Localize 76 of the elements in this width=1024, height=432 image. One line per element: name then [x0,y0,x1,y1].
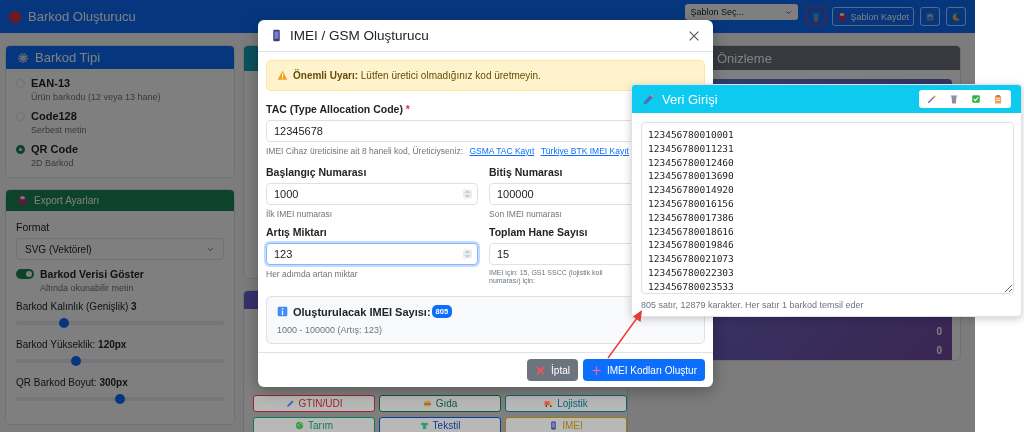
radio-button[interactable] [16,145,25,154]
text-area[interactable]: 123456780010001 123456780011231 123456780012460 123456780013690 123456780014920 123456780016156 123456780017386 123456780018616 123456780019846 123456780021073 123456780022303 123456780023533 [641,122,1014,294]
template-button[interactable]: Lojistik [505,395,627,412]
plus-icon [590,364,602,376]
card-title: Export Ayarları [34,195,100,206]
info-icon [277,306,288,317]
number-field[interactable]: 123 [266,243,478,265]
slider-label: Barkod Kalınlık (Genişlik) 3 [16,301,138,312]
magic-wand-icon [927,94,937,104]
checkmark-box-icon [971,94,981,104]
format-select[interactable]: SVG (Vektörel) [16,238,224,260]
modal-title: IMEI / GSM Oluşturucu [290,28,430,43]
delete-button[interactable] [806,7,827,26]
link[interactable]: Türkiye BTK IMEI Kayıt [540,146,629,156]
field-label: Artış Miktarı [266,226,327,238]
pencil-icon [285,399,295,408]
option-label: EAN-13 [31,77,72,89]
pencil-icon [642,92,655,106]
gear-icon [17,51,29,64]
toggle-description: Altında okunabilir metin [40,283,135,293]
stat-value: 0 [935,326,942,337]
template-button[interactable]: Gıda [379,395,501,412]
template-select[interactable]: Şablon Seç... [685,4,799,20]
option-description: Ürün barkodu (12 veya 13 hane) [31,92,161,102]
burger-icon [422,399,432,408]
generate-button[interactable]: IMEI Kodları Oluştur [582,359,705,381]
info-title: Oluşturulacak IMEI Sayısı: [293,305,431,318]
toggle-switch[interactable] [16,269,34,279]
app-title: Barkod Oluşturucu [28,9,137,24]
refresh-button[interactable] [920,7,940,26]
card-title: Barkod Tipi [35,50,101,65]
panel-title: Veri Girişi [662,91,719,107]
field-label: Format [16,221,51,233]
option-label: Code128 [31,110,78,122]
theme-button[interactable] [946,7,966,26]
number-field[interactable]: 1000 [266,183,478,205]
link[interactable]: GSMA TAC Kayıt [469,146,535,156]
trash-icon [949,94,959,104]
info-detail: 1000 - 100000 (Artış: 123) [277,325,384,335]
warning-icon [277,70,288,81]
template-button[interactable]: Tekstil [379,417,501,432]
trash-icon [811,11,822,22]
toggle-label: Barkod Verisi Göster [40,268,144,280]
shirt-icon [419,421,429,430]
logo-icon [8,9,22,24]
help-text: IMEI Cihaz üreticisine ait 8 haneli kod, Üreticiyseniz: GSMA TAC Kayıt Türkiye BTK IMEI Kayıt [266,146,629,156]
field-label: Bitiş Numarası [489,166,563,178]
option-description: 2D Barkod [31,158,75,168]
field-label: TAC (Type Allocation Code) * [266,103,410,115]
template-button[interactable]: Tarım [253,417,375,432]
moon-icon [951,11,961,22]
field-label: Toplam Hane Sayısı [489,226,588,238]
slider-thumb[interactable] [71,356,82,366]
alert-text: Önemli Uyarı: Lütfen üretici olmadığınız kod üretmeyin. [293,70,541,81]
mobile-phone-icon [549,421,559,430]
status-text: 805 satır, 12879 karakter. Her satır 1 barkod temsil eder [641,300,865,310]
template-button[interactable]: GTIN/UDI [253,395,375,412]
cancel-button[interactable]: İptal [527,359,578,381]
help-text: Her adımda artan miktar [266,269,358,279]
globe-icon [295,421,304,430]
square-arrows-icon [925,11,935,22]
slider-thumb[interactable] [58,318,69,328]
stat-value: 0 [935,345,942,356]
truck-icon [544,399,554,408]
slider-thumb[interactable] [115,394,125,404]
slider-label: QR Barkod Boyut: 300px [16,377,129,388]
save-template-button[interactable]: Şablon Kaydet [832,7,914,26]
slider-label: Barkod Yükseklik: 120px [16,339,128,350]
close-icon [535,364,547,376]
help-text: Son IMEI numarası [489,209,562,219]
option-description: Serbest metin [31,125,87,135]
field-label: Başlangıç Numarası [266,166,367,178]
option-label: QR Code [31,143,79,155]
help-text: İlk IMEI numarası [266,209,333,219]
mobile-phone-icon [270,29,283,42]
clipboard-icon [993,94,1003,104]
